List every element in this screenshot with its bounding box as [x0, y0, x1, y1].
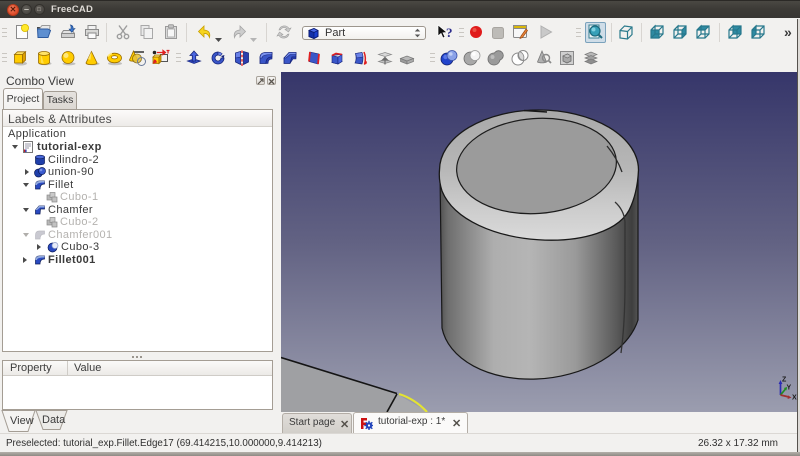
svg-text:Y: Y — [787, 385, 792, 392]
svg-text:Data: Data — [42, 414, 66, 426]
svg-text:View: View — [10, 415, 34, 427]
svg-text:?: ? — [446, 25, 453, 40]
svg-text:Z: Z — [782, 377, 787, 384]
